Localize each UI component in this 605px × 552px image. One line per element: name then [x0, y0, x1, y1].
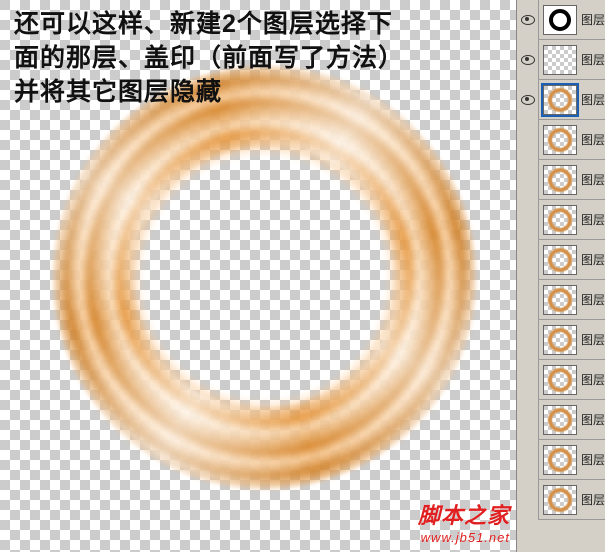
- ring-icon: [548, 88, 572, 112]
- ring-icon: [548, 168, 572, 192]
- visibility-toggle[interactable]: [517, 400, 539, 440]
- visibility-toggle[interactable]: [517, 360, 539, 400]
- layer-thumbnail[interactable]: [543, 285, 577, 315]
- layer-thumbnail[interactable]: [543, 125, 577, 155]
- layer-row[interactable]: 图层: [517, 280, 605, 320]
- overlay-line1: 还可以这样、新建2个图层选择下: [14, 8, 404, 42]
- eye-icon: [521, 95, 535, 105]
- layers-panel[interactable]: 图层图层图层图层图层图层图层图层图层图层图层图层图层: [516, 0, 605, 552]
- watermark-title: 脚本之家: [418, 498, 510, 530]
- ring-icon: [548, 128, 572, 152]
- visibility-toggle[interactable]: [517, 0, 539, 40]
- layer-name[interactable]: 图层: [581, 491, 605, 508]
- layer-row[interactable]: 图层: [517, 400, 605, 440]
- layer-row[interactable]: 图层: [517, 200, 605, 240]
- layer-thumbnail[interactable]: [543, 5, 577, 35]
- layer-name[interactable]: 图层: [581, 131, 605, 148]
- visibility-toggle[interactable]: [517, 120, 539, 160]
- ring-icon: [548, 288, 572, 312]
- layer-name[interactable]: 图层: [581, 91, 605, 108]
- layer-thumbnail[interactable]: [543, 45, 577, 75]
- visibility-toggle[interactable]: [517, 440, 539, 480]
- layer-name[interactable]: 图层: [581, 451, 605, 468]
- ring-highlight: [52, 65, 477, 490]
- overlay-line2: 面的那层、盖印（前面写了方法）: [14, 42, 404, 76]
- layer-name[interactable]: 图层: [581, 211, 605, 228]
- layer-thumbnail[interactable]: [543, 245, 577, 275]
- ring-icon: [548, 408, 572, 432]
- canvas-area[interactable]: 还可以这样、新建2个图层选择下 面的那层、盖印（前面写了方法） 并将其它图层隐藏: [0, 0, 516, 552]
- layer-thumbnail[interactable]: [543, 365, 577, 395]
- layer-thumbnail[interactable]: [543, 205, 577, 235]
- ring-icon: [548, 208, 572, 232]
- layer-row[interactable]: 图层: [517, 480, 605, 520]
- layer-row[interactable]: 图层: [517, 440, 605, 480]
- visibility-toggle[interactable]: [517, 200, 539, 240]
- layer-row[interactable]: 图层: [517, 0, 605, 40]
- layer-thumbnail[interactable]: [543, 405, 577, 435]
- ring-icon: [548, 368, 572, 392]
- ring-outline-icon: [549, 9, 571, 31]
- ring-icon: [548, 488, 572, 512]
- layer-row[interactable]: 图层: [517, 80, 605, 120]
- visibility-toggle[interactable]: [517, 320, 539, 360]
- instruction-overlay: 还可以这样、新建2个图层选择下 面的那层、盖印（前面写了方法） 并将其它图层隐藏: [14, 8, 404, 109]
- layer-thumbnail[interactable]: [543, 325, 577, 355]
- layer-row[interactable]: 图层: [517, 360, 605, 400]
- layer-name[interactable]: 图层: [581, 371, 605, 388]
- layer-row[interactable]: 图层: [517, 40, 605, 80]
- eye-icon: [521, 55, 535, 65]
- layer-thumbnail[interactable]: [543, 85, 577, 115]
- layer-row[interactable]: 图层: [517, 240, 605, 280]
- layer-row[interactable]: 图层: [517, 320, 605, 360]
- layer-name[interactable]: 图层: [581, 291, 605, 308]
- ring-icon: [548, 248, 572, 272]
- overlay-line3: 并将其它图层隐藏: [14, 76, 404, 110]
- watermark: 脚本之家 www.jb51.net: [418, 498, 510, 545]
- layer-thumbnail[interactable]: [543, 485, 577, 515]
- layer-name[interactable]: 图层: [581, 331, 605, 348]
- layer-thumbnail[interactable]: [543, 445, 577, 475]
- layer-row[interactable]: 图层: [517, 120, 605, 160]
- visibility-toggle[interactable]: [517, 160, 539, 200]
- visibility-toggle[interactable]: [517, 40, 539, 80]
- layer-thumbnail[interactable]: [543, 165, 577, 195]
- eye-icon: [521, 15, 535, 25]
- layer-name[interactable]: 图层: [581, 171, 605, 188]
- visibility-toggle[interactable]: [517, 480, 539, 520]
- ring-icon: [548, 328, 572, 352]
- layer-name[interactable]: 图层: [581, 51, 605, 68]
- visibility-toggle[interactable]: [517, 240, 539, 280]
- layer-name[interactable]: 图层: [581, 251, 605, 268]
- watermark-url: www.jb51.net: [418, 530, 510, 545]
- layer-name[interactable]: 图层: [581, 11, 605, 28]
- layer-name[interactable]: 图层: [581, 411, 605, 428]
- visibility-toggle[interactable]: [517, 80, 539, 120]
- visibility-toggle[interactable]: [517, 280, 539, 320]
- ring-icon: [548, 448, 572, 472]
- layer-row[interactable]: 图层: [517, 160, 605, 200]
